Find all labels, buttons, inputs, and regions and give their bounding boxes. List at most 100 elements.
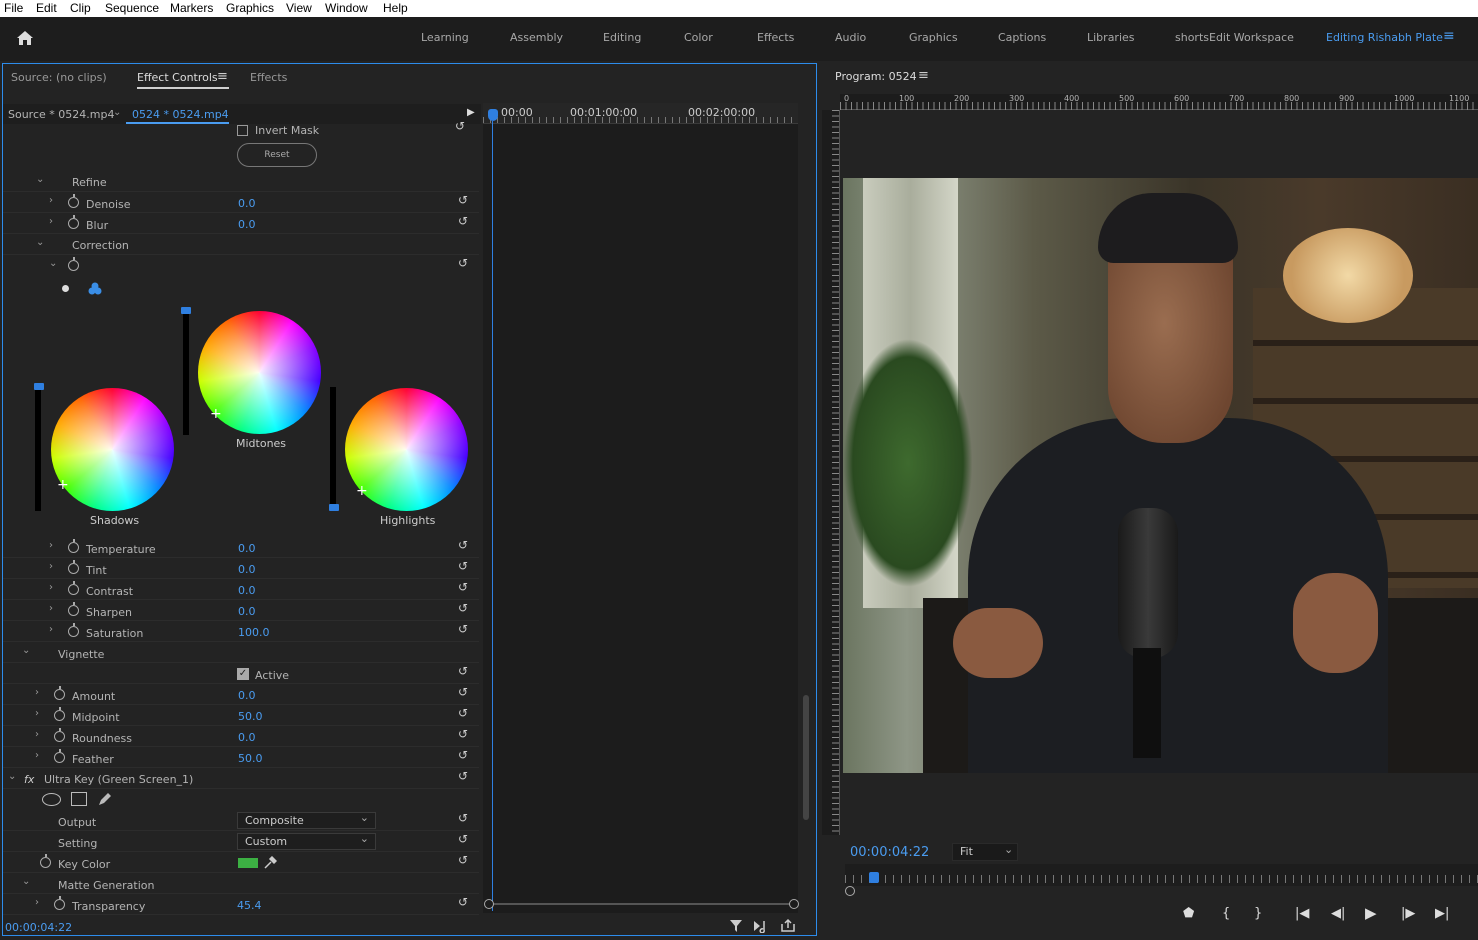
- crosshair-icon[interactable]: +: [57, 477, 69, 493]
- saturation-row[interactable]: › Saturation 100.0 ↺: [3, 621, 479, 642]
- reset-icon[interactable]: ↺: [458, 832, 468, 846]
- contrast-value[interactable]: 0.0: [238, 584, 256, 597]
- transparency-value[interactable]: 45.4: [237, 899, 262, 912]
- sharpen-value[interactable]: 0.0: [238, 605, 256, 618]
- highlights-slider-handle[interactable]: [329, 504, 339, 511]
- reset-icon[interactable]: ↺: [458, 622, 468, 636]
- workspace-menu-icon[interactable]: ≡: [1443, 28, 1455, 44]
- active-checkbox[interactable]: ✓: [237, 668, 249, 680]
- stopwatch-icon[interactable]: [54, 749, 65, 763]
- workspace-effects[interactable]: Effects: [757, 31, 794, 44]
- matte-generation-section[interactable]: ⌄ Matte Generation: [3, 873, 479, 894]
- single-wheel-radio-icon[interactable]: [62, 285, 69, 292]
- feather-row[interactable]: › Feather 50.0 ↺: [3, 747, 479, 768]
- stopwatch-icon[interactable]: [68, 602, 79, 616]
- midpoint-value[interactable]: 50.0: [238, 710, 263, 723]
- go-to-in-icon[interactable]: |◀: [1295, 906, 1309, 921]
- reset-icon[interactable]: ↺: [458, 214, 468, 228]
- export-icon[interactable]: [780, 918, 796, 933]
- sharpen-row[interactable]: › Sharpen 0.0 ↺: [3, 600, 479, 621]
- reset-icon[interactable]: ↺: [458, 853, 468, 867]
- reset-icon[interactable]: ↺: [458, 193, 468, 207]
- stopwatch-icon[interactable]: [68, 539, 79, 553]
- midtones-slider-handle[interactable]: [181, 307, 191, 314]
- tab-effect-controls[interactable]: Effect Controls: [137, 71, 218, 84]
- contrast-row[interactable]: › Contrast 0.0 ↺: [3, 579, 479, 600]
- menu-graphics[interactable]: Graphics: [226, 1, 274, 15]
- reset-icon[interactable]: ↺: [458, 256, 468, 270]
- zoom-handle-left[interactable]: [484, 899, 494, 909]
- reset-icon[interactable]: ↺: [458, 580, 468, 594]
- workspace-editing-rishabh[interactable]: Editing Rishabh Plate: [1326, 31, 1443, 44]
- transparency-row[interactable]: › Transparency 45.4 ↺: [3, 894, 479, 915]
- setting-row[interactable]: Setting Custom ↺: [3, 831, 479, 852]
- tint-value[interactable]: 0.0: [238, 563, 256, 576]
- reset-icon[interactable]: ↺: [458, 559, 468, 573]
- zoom-handle-left[interactable]: [845, 886, 855, 896]
- mark-in-icon[interactable]: {: [1222, 906, 1230, 921]
- key-color-row[interactable]: Key Color ↺: [3, 852, 479, 873]
- reset-icon[interactable]: ↺: [458, 769, 468, 783]
- reset-icon[interactable]: ↺: [458, 727, 468, 741]
- vignette-active-row[interactable]: ✓ Active ↺: [3, 663, 479, 684]
- scrollbar[interactable]: [803, 695, 809, 820]
- current-timecode[interactable]: 00:00:04:22: [5, 921, 72, 934]
- play-triangle-icon[interactable]: ▶: [467, 107, 475, 118]
- rectangle-mask-icon[interactable]: [71, 792, 87, 806]
- correction-section[interactable]: ⌄ Correction: [3, 234, 479, 255]
- midpoint-row[interactable]: › Midpoint 50.0 ↺: [3, 705, 479, 726]
- step-forward-icon[interactable]: |▶: [1401, 906, 1415, 921]
- stopwatch-icon[interactable]: [54, 896, 65, 910]
- roundness-value[interactable]: 0.0: [238, 731, 256, 744]
- stopwatch-icon[interactable]: [54, 728, 65, 742]
- stopwatch-icon[interactable]: [40, 854, 51, 868]
- reset-icon[interactable]: ↺: [458, 811, 468, 825]
- shadows-slider[interactable]: [35, 387, 41, 511]
- reset-icon[interactable]: ↺: [458, 706, 468, 720]
- crosshair-icon[interactable]: +: [210, 406, 222, 422]
- amount-row[interactable]: › Amount 0.0 ↺: [3, 684, 479, 705]
- workspace-learning[interactable]: Learning: [421, 31, 469, 44]
- temperature-value[interactable]: 0.0: [238, 542, 256, 555]
- menu-markers[interactable]: Markers: [170, 1, 213, 15]
- invert-mask-checkbox[interactable]: [237, 125, 248, 136]
- fx-icon[interactable]: fx: [24, 773, 34, 786]
- reset-icon[interactable]: ↺: [458, 895, 468, 909]
- ultra-key-section[interactable]: ⌄ fx Ultra Key (Green Screen_1) ↺: [3, 768, 479, 789]
- menu-sequence[interactable]: Sequence: [105, 1, 159, 15]
- reset-icon[interactable]: ↺: [458, 685, 468, 699]
- feather-value[interactable]: 50.0: [238, 752, 263, 765]
- stopwatch-icon[interactable]: [68, 623, 79, 637]
- menu-file[interactable]: File: [4, 1, 23, 15]
- workspace-audio[interactable]: Audio: [835, 31, 866, 44]
- zoom-bar[interactable]: [486, 903, 792, 905]
- workspace-assembly[interactable]: Assembly: [510, 31, 563, 44]
- sequence-clip-name[interactable]: 0524 * 0524.mp4: [132, 108, 229, 121]
- playhead-handle[interactable]: [488, 109, 498, 121]
- reset-icon[interactable]: ↺: [458, 538, 468, 552]
- denoise-row[interactable]: › Denoise 0.0 ↺: [3, 192, 479, 213]
- crosshair-icon[interactable]: +: [356, 483, 368, 499]
- play-icon[interactable]: ▶: [1365, 904, 1377, 922]
- vignette-section[interactable]: ⌄ Vignette: [3, 642, 479, 663]
- key-color-swatch[interactable]: [238, 858, 258, 868]
- source-clip-name[interactable]: Source * 0524.mp4: [8, 108, 114, 121]
- stopwatch-icon[interactable]: [54, 686, 65, 700]
- stopwatch-icon[interactable]: [68, 560, 79, 574]
- reset-icon[interactable]: ↺: [458, 601, 468, 615]
- pen-mask-icon[interactable]: [97, 791, 113, 807]
- three-wheel-icon[interactable]: [88, 282, 102, 295]
- stopwatch-icon[interactable]: [68, 215, 79, 229]
- output-dropdown[interactable]: Composite: [237, 810, 376, 829]
- eyedropper-icon[interactable]: [263, 856, 277, 870]
- stopwatch-icon[interactable]: [68, 257, 79, 271]
- output-row[interactable]: Output Composite ↺: [3, 810, 479, 831]
- setting-dropdown[interactable]: Custom: [237, 831, 376, 850]
- stopwatch-icon[interactable]: [68, 581, 79, 595]
- program-playhead[interactable]: [869, 872, 879, 883]
- filter-icon[interactable]: [729, 919, 743, 933]
- midtones-slider[interactable]: [183, 310, 189, 435]
- workspace-color[interactable]: Color: [684, 31, 713, 44]
- menu-view[interactable]: View: [286, 1, 312, 15]
- tab-source[interactable]: Source: (no clips): [11, 71, 107, 84]
